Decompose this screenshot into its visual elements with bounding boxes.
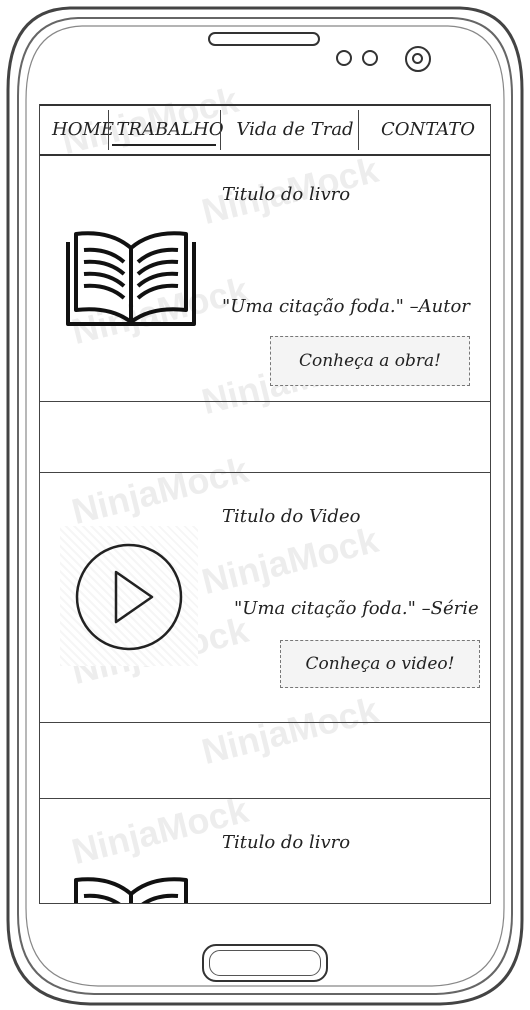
nav-item-home[interactable]: HOME bbox=[52, 114, 114, 150]
play-icon[interactable] bbox=[74, 542, 184, 652]
nav-divider bbox=[108, 110, 109, 150]
open-book-icon bbox=[74, 877, 188, 904]
nav-active-underline bbox=[112, 144, 216, 146]
sensor-icon bbox=[336, 50, 352, 66]
book-card: Titulo do livro bbox=[40, 798, 490, 904]
home-button[interactable] bbox=[202, 944, 328, 982]
divider bbox=[40, 722, 490, 723]
card-title: Titulo do livro bbox=[222, 832, 351, 853]
conheca-video-button[interactable]: Conheça o video! bbox=[280, 640, 480, 688]
sensor-icon bbox=[362, 50, 378, 66]
book-card: Titulo do livro "Uma citação foda." –Aut… bbox=[40, 156, 490, 401]
card-title: Titulo do Video bbox=[222, 506, 361, 527]
nav-bar: HOME TRABALHO Vida de Trad CONTATO bbox=[40, 104, 490, 156]
nav-item-contato[interactable]: CONTATO bbox=[370, 114, 486, 150]
open-book-icon bbox=[66, 231, 196, 326]
video-card: Titulo do Video "Uma citação foda." –Sér… bbox=[40, 472, 490, 722]
app-screen: HOME TRABALHO Vida de Trad CONTATO Titul… bbox=[40, 104, 490, 904]
conheca-obra-button[interactable]: Conheça a obra! bbox=[270, 336, 470, 386]
camera-icon bbox=[405, 46, 431, 72]
card-title: Titulo do livro bbox=[222, 184, 351, 205]
nav-divider bbox=[220, 110, 221, 150]
nav-item-vida-de-trad[interactable]: Vida de Trad bbox=[226, 114, 364, 150]
divider bbox=[40, 401, 490, 402]
speaker-grille bbox=[208, 32, 320, 46]
card-quote: "Uma citação foda." –Autor bbox=[222, 296, 470, 317]
nav-divider bbox=[358, 110, 359, 150]
card-quote: "Uma citação foda." –Série bbox=[234, 598, 479, 619]
